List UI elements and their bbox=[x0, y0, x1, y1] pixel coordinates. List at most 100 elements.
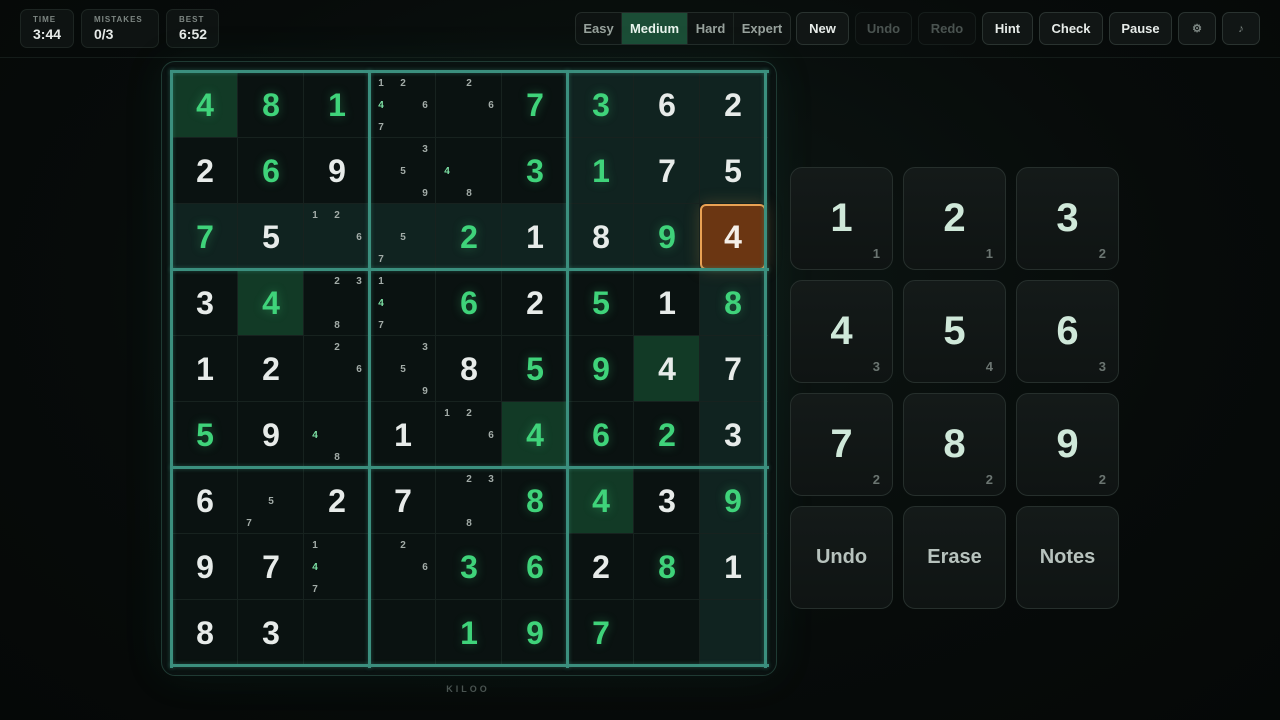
sudoku-cell[interactable]: 4 bbox=[172, 72, 238, 138]
sudoku-cell[interactable]: 7 bbox=[634, 138, 700, 204]
sudoku-cell[interactable]: 2 bbox=[172, 138, 238, 204]
undo-button[interactable]: Undo bbox=[855, 12, 912, 45]
settings-button[interactable]: ⚙ bbox=[1178, 12, 1216, 45]
sudoku-cell[interactable]: 5 bbox=[172, 402, 238, 468]
sudoku-cell[interactable]: 1 bbox=[568, 138, 634, 204]
sudoku-cell[interactable]: 6 bbox=[172, 468, 238, 534]
digit-key-7[interactable]: 7 2 bbox=[790, 393, 893, 496]
sudoku-cell[interactable]: 7 bbox=[370, 468, 436, 534]
digit-key-1[interactable]: 1 1 bbox=[790, 167, 893, 270]
digit-key-3[interactable]: 3 2 bbox=[1016, 167, 1119, 270]
sudoku-cell[interactable]: 4 bbox=[568, 468, 634, 534]
difficulty-hard[interactable]: Hard bbox=[688, 13, 734, 44]
sudoku-cell[interactable]: 5 bbox=[700, 138, 766, 204]
sudoku-cell[interactable]: 8 bbox=[568, 204, 634, 270]
sudoku-cell[interactable]: 2 bbox=[502, 270, 568, 336]
sudoku-cell[interactable]: 26 bbox=[436, 72, 502, 138]
sudoku-cell[interactable]: 7 bbox=[172, 204, 238, 270]
digit-key-4[interactable]: 4 3 bbox=[790, 280, 893, 383]
sudoku-cell[interactable]: 8 bbox=[502, 468, 568, 534]
digit-key-5[interactable]: 5 4 bbox=[903, 280, 1006, 383]
pad-erase-button[interactable]: Erase bbox=[903, 506, 1006, 609]
sudoku-cell[interactable]: 7 bbox=[568, 600, 634, 666]
sudoku-cell[interactable]: 1 4 7 bbox=[370, 270, 436, 336]
sudoku-cell[interactable]: 1 bbox=[502, 204, 568, 270]
sudoku-cell[interactable]: 4 bbox=[502, 402, 568, 468]
sudoku-cell[interactable]: 3 bbox=[568, 72, 634, 138]
sudoku-cell[interactable]: 1 bbox=[700, 534, 766, 600]
difficulty-medium[interactable]: Medium bbox=[622, 13, 688, 44]
sudoku-cell[interactable]: 26 bbox=[304, 336, 370, 402]
sudoku-cell[interactable]: 3 bbox=[502, 138, 568, 204]
sudoku-cell[interactable]: 1 4 7 bbox=[304, 534, 370, 600]
sudoku-cell[interactable]: 9 bbox=[304, 138, 370, 204]
sudoku-cell[interactable]: 2 bbox=[304, 468, 370, 534]
sudoku-cell[interactable]: 4 bbox=[634, 336, 700, 402]
sudoku-cell[interactable] bbox=[370, 600, 436, 666]
sudoku-cell[interactable]: 9 bbox=[568, 336, 634, 402]
sudoku-cell[interactable]: 3 bbox=[700, 402, 766, 468]
sudoku-cell[interactable]: 2 3 8 bbox=[304, 270, 370, 336]
difficulty-expert[interactable]: Expert bbox=[734, 13, 790, 44]
new-game-button[interactable]: New bbox=[796, 12, 849, 45]
sudoku-cell[interactable]: 8 bbox=[634, 534, 700, 600]
sudoku-cell[interactable]: 7 bbox=[238, 534, 304, 600]
sudoku-cell[interactable] bbox=[700, 600, 766, 666]
sudoku-cell[interactable]: 8 bbox=[700, 270, 766, 336]
digit-key-8[interactable]: 8 2 bbox=[903, 393, 1006, 496]
sudoku-cell[interactable]: 7 bbox=[502, 72, 568, 138]
sudoku-cell[interactable] bbox=[634, 600, 700, 666]
sudoku-cell[interactable]: 1 2 6 bbox=[304, 204, 370, 270]
digit-key-2[interactable]: 2 1 bbox=[903, 167, 1006, 270]
sudoku-cell[interactable]: 9 bbox=[634, 204, 700, 270]
sudoku-cell[interactable]: 4 bbox=[700, 204, 766, 270]
sudoku-cell[interactable]: 8 bbox=[238, 72, 304, 138]
sudoku-cell[interactable]: 1 bbox=[634, 270, 700, 336]
sudoku-cell[interactable]: 6 bbox=[502, 534, 568, 600]
pad-undo-button[interactable]: Undo bbox=[790, 506, 893, 609]
sudoku-cell[interactable]: 3 bbox=[238, 600, 304, 666]
sudoku-cell[interactable]: 5 bbox=[238, 204, 304, 270]
sudoku-cell[interactable]: 26 bbox=[370, 534, 436, 600]
sudoku-cell[interactable] bbox=[304, 600, 370, 666]
sudoku-cell[interactable]: 57 bbox=[238, 468, 304, 534]
difficulty-easy[interactable]: Easy bbox=[576, 13, 622, 44]
sudoku-cell[interactable]: 2 bbox=[238, 336, 304, 402]
sudoku-cell[interactable]: 57 bbox=[370, 204, 436, 270]
sudoku-cell[interactable]: 1 2 6 bbox=[436, 402, 502, 468]
sudoku-cell[interactable]: 9 bbox=[238, 402, 304, 468]
sudoku-cell[interactable]: 8 bbox=[172, 600, 238, 666]
sudoku-cell[interactable]: 9 bbox=[502, 600, 568, 666]
sudoku-cell[interactable]: 3 5 9 bbox=[370, 138, 436, 204]
redo-button[interactable]: Redo bbox=[918, 12, 976, 45]
sudoku-cell[interactable]: 1 bbox=[436, 600, 502, 666]
sudoku-cell[interactable]: 5 bbox=[502, 336, 568, 402]
hint-button[interactable]: Hint bbox=[982, 12, 1033, 45]
digit-key-9[interactable]: 9 2 bbox=[1016, 393, 1119, 496]
sudoku-cell[interactable]: 3 bbox=[634, 468, 700, 534]
sudoku-cell[interactable]: 3 bbox=[436, 534, 502, 600]
sudoku-cell[interactable]: 8 bbox=[436, 336, 502, 402]
sound-button[interactable]: ♪ bbox=[1222, 12, 1260, 45]
sudoku-cell[interactable]: 9 bbox=[172, 534, 238, 600]
sudoku-cell[interactable]: 2 bbox=[568, 534, 634, 600]
sudoku-cell[interactable]: 3 5 9 bbox=[370, 336, 436, 402]
sudoku-cell[interactable]: 1 2 4 6 7 bbox=[370, 72, 436, 138]
sudoku-cell[interactable]: 6 bbox=[634, 72, 700, 138]
sudoku-cell[interactable]: 6 bbox=[436, 270, 502, 336]
sudoku-cell[interactable]: 1 bbox=[304, 72, 370, 138]
sudoku-cell[interactable]: 48 bbox=[436, 138, 502, 204]
sudoku-cell[interactable]: 6 bbox=[568, 402, 634, 468]
sudoku-cell[interactable]: 5 bbox=[568, 270, 634, 336]
sudoku-cell[interactable]: 4 bbox=[238, 270, 304, 336]
pad-notes-button[interactable]: Notes bbox=[1016, 506, 1119, 609]
sudoku-cell[interactable]: 2 bbox=[700, 72, 766, 138]
pause-button[interactable]: Pause bbox=[1109, 12, 1172, 45]
check-button[interactable]: Check bbox=[1039, 12, 1103, 45]
sudoku-cell[interactable]: 2 bbox=[634, 402, 700, 468]
sudoku-cell[interactable]: 1 bbox=[172, 336, 238, 402]
sudoku-cell[interactable]: 9 bbox=[700, 468, 766, 534]
sudoku-cell[interactable]: 2 3 8 bbox=[436, 468, 502, 534]
sudoku-cell[interactable]: 2 bbox=[436, 204, 502, 270]
sudoku-cell[interactable]: 1 bbox=[370, 402, 436, 468]
